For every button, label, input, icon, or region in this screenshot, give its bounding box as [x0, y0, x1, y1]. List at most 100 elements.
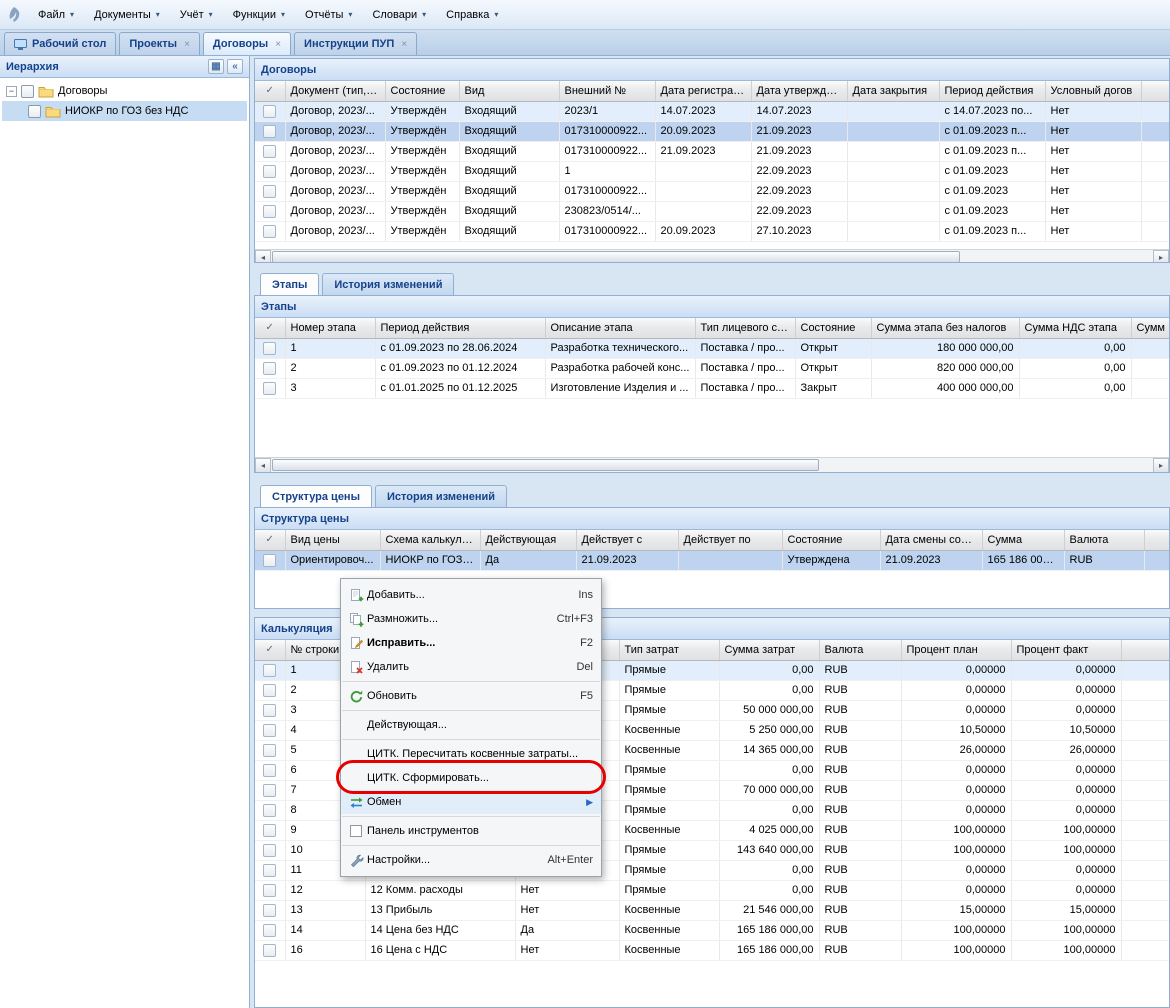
column-header[interactable]: Состояние: [795, 318, 871, 338]
row-checkbox[interactable]: [263, 362, 276, 375]
table-row[interactable]: 2с 01.09.2023 по 01.12.2024Разработка ра…: [255, 358, 1169, 378]
table-row[interactable]: 1с 01.09.2023 по 28.06.2024Разработка те…: [255, 338, 1169, 358]
tab-stages[interactable]: Этапы: [260, 273, 319, 295]
row-checkbox[interactable]: [263, 724, 276, 737]
column-header[interactable]: [1121, 640, 1169, 660]
column-header[interactable]: Вид: [459, 81, 559, 101]
row-checkbox[interactable]: [263, 884, 276, 897]
context-menu-item[interactable]: Действующая...: [341, 713, 601, 737]
column-header[interactable]: Сумм: [1131, 318, 1169, 338]
close-tab-icon[interactable]: ×: [275, 39, 281, 50]
select-all-header[interactable]: ✓: [255, 81, 285, 101]
collapse-node-icon[interactable]: −: [6, 86, 17, 97]
column-header[interactable]: Дата смены состо: [880, 530, 982, 550]
table-row[interactable]: Договор, 2023/...УтверждёнВходящий017310…: [255, 141, 1169, 161]
tab-price-history[interactable]: История изменений: [375, 485, 507, 507]
row-checkbox[interactable]: [263, 764, 276, 777]
menu-accounting[interactable]: Учёт▾: [171, 5, 222, 25]
table-row[interactable]: Договор, 2023/...УтверждёнВходящий017310…: [255, 181, 1169, 201]
hierarchy-settings-icon[interactable]: ▦: [208, 59, 224, 74]
table-row[interactable]: 3с 01.01.2025 по 01.12.2025Изготовление …: [255, 378, 1169, 398]
row-checkbox[interactable]: [263, 824, 276, 837]
table-row[interactable]: Ориентировоч...НИОКР по ГОЗ ...Да21.09.2…: [255, 550, 1169, 570]
column-header[interactable]: Условный догов: [1045, 81, 1141, 101]
row-checkbox[interactable]: [263, 844, 276, 857]
menu-functions[interactable]: Функции▾: [224, 5, 294, 25]
column-header[interactable]: [1141, 81, 1169, 101]
table-row[interactable]: Договор, 2023/...УтверждёнВходящий230823…: [255, 201, 1169, 221]
column-header[interactable]: Вид цены: [285, 530, 380, 550]
tab-instructions[interactable]: Инструкции ПУП ×: [294, 32, 417, 55]
scroll-thumb[interactable]: [272, 459, 819, 471]
scroll-right-icon[interactable]: ▸: [1153, 458, 1169, 473]
column-header[interactable]: Схема калькуляци: [380, 530, 480, 550]
row-checkbox[interactable]: [263, 185, 276, 198]
context-menu-item[interactable]: ЦИТК. Пересчитать косвенные затраты...: [341, 742, 601, 766]
column-header[interactable]: Действующая: [480, 530, 576, 550]
column-header[interactable]: Номер этапа: [285, 318, 375, 338]
table-row[interactable]: 1414 Цена без НДСДаКосвенные165 186 000,…: [255, 920, 1169, 940]
row-checkbox[interactable]: [263, 554, 276, 567]
column-header[interactable]: Дата регистрации: [655, 81, 751, 101]
select-all-header[interactable]: ✓: [255, 640, 285, 660]
column-header[interactable]: Валюта: [819, 640, 901, 660]
menu-help[interactable]: Справка▾: [437, 5, 507, 25]
row-checkbox[interactable]: [263, 145, 276, 158]
column-header[interactable]: Тип лицевого счёт: [695, 318, 795, 338]
row-checkbox[interactable]: [263, 342, 276, 355]
column-header[interactable]: Дата утверждения: [751, 81, 847, 101]
row-checkbox[interactable]: [263, 784, 276, 797]
select-all-header[interactable]: ✓: [255, 318, 285, 338]
tab-stages-history[interactable]: История изменений: [322, 273, 454, 295]
scroll-thumb[interactable]: [272, 251, 960, 263]
context-menu-item[interactable]: Панель инструментов: [341, 819, 601, 843]
menu-file[interactable]: Файл▾: [29, 5, 83, 25]
table-row[interactable]: 1212 Комм. расходыНетПрямые0,00RUB0,0000…: [255, 880, 1169, 900]
tab-contracts[interactable]: Договоры ×: [203, 32, 291, 55]
column-header[interactable]: Период действия: [375, 318, 545, 338]
column-header[interactable]: Документ (тип, №: [285, 81, 385, 101]
column-header[interactable]: Процент факт: [1011, 640, 1121, 660]
scroll-left-icon[interactable]: ◂: [255, 458, 271, 473]
column-header[interactable]: Внешний №: [559, 81, 655, 101]
context-menu-item[interactable]: Обмен▶: [341, 790, 601, 814]
row-checkbox[interactable]: [263, 744, 276, 757]
column-header[interactable]: Состояние: [385, 81, 459, 101]
row-checkbox[interactable]: [263, 125, 276, 138]
column-header[interactable]: [1144, 530, 1169, 550]
collapse-panel-icon[interactable]: «: [227, 59, 243, 74]
row-checkbox[interactable]: [263, 205, 276, 218]
table-row[interactable]: Договор, 2023/...УтверждёнВходящий2023/1…: [255, 101, 1169, 121]
row-checkbox[interactable]: [263, 225, 276, 238]
row-checkbox[interactable]: [263, 664, 276, 677]
scroll-right-icon[interactable]: ▸: [1153, 250, 1169, 264]
column-header[interactable]: Состояние: [782, 530, 880, 550]
menu-reports[interactable]: Отчёты▾: [296, 5, 361, 25]
tree-node-child[interactable]: НИОКР по ГОЗ без НДС: [2, 101, 247, 121]
row-checkbox[interactable]: [263, 382, 276, 395]
context-menu-item[interactable]: ЦИТК. Сформировать...: [341, 766, 601, 790]
row-checkbox[interactable]: [263, 105, 276, 118]
tab-price-structure[interactable]: Структура цены: [260, 485, 372, 507]
row-checkbox[interactable]: [263, 864, 276, 877]
table-row[interactable]: Договор, 2023/...УтверждёнВходящий122.09…: [255, 161, 1169, 181]
close-tab-icon[interactable]: ×: [184, 39, 190, 50]
column-header[interactable]: Описание этапа: [545, 318, 695, 338]
horizontal-scrollbar[interactable]: ◂ ▸: [255, 249, 1169, 263]
menu-documents[interactable]: Документы▾: [85, 5, 169, 25]
row-checkbox[interactable]: [263, 804, 276, 817]
column-header[interactable]: Сумма затрат: [719, 640, 819, 660]
column-header[interactable]: Сумма НДС этапа: [1019, 318, 1131, 338]
scroll-track[interactable]: [271, 458, 1153, 473]
context-menu-item[interactable]: Исправить...F2: [341, 631, 601, 655]
column-header[interactable]: Действует по: [678, 530, 782, 550]
column-header[interactable]: Сумма: [982, 530, 1064, 550]
context-menu-item[interactable]: ОбновитьF5: [341, 684, 601, 708]
table-row[interactable]: Договор, 2023/...УтверждёнВходящий017310…: [255, 121, 1169, 141]
node-checkbox[interactable]: [28, 105, 41, 118]
row-checkbox[interactable]: [263, 904, 276, 917]
row-checkbox[interactable]: [263, 944, 276, 957]
table-row[interactable]: Договор, 2023/...УтверждёнВходящий017310…: [255, 221, 1169, 241]
column-header[interactable]: Валюта: [1064, 530, 1144, 550]
column-header[interactable]: Сумма этапа без налогов: [871, 318, 1019, 338]
